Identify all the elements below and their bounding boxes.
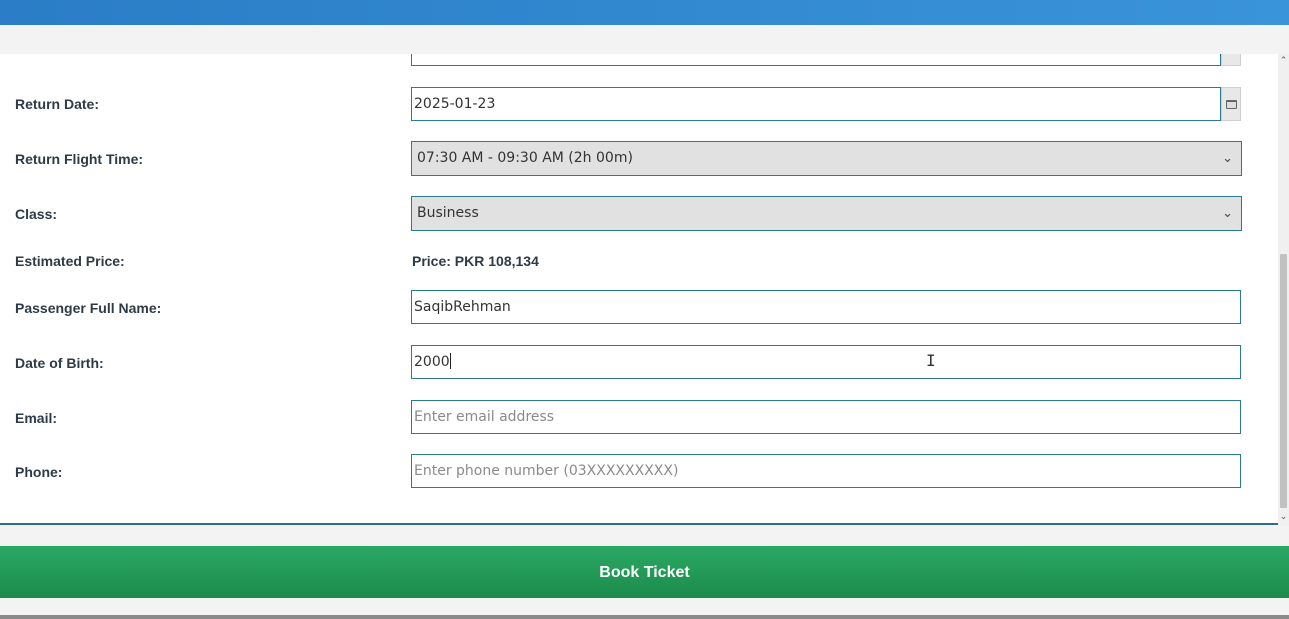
dob-input[interactable]: 2000: [411, 345, 1241, 379]
return-flight-time-select[interactable]: 07:30 AM - 09:30 AM (2h 00m) ⌄: [411, 141, 1242, 176]
class-value: Business: [417, 205, 479, 221]
form-scrollbar[interactable]: ⌃ ⌄: [1278, 54, 1289, 525]
scroll-down-arrow-icon[interactable]: ⌄: [1279, 512, 1288, 521]
dob-label: Date of Birth:: [15, 355, 104, 371]
return-flight-time-label: Return Flight Time:: [15, 151, 144, 167]
return-flight-time-value: 07:30 AM - 09:30 AM (2h 00m): [417, 150, 633, 166]
departure-date-calendar-button[interactable]: [1221, 54, 1241, 66]
top-header-bar: [0, 0, 1289, 25]
departure-date-field[interactable]: [411, 54, 1221, 66]
email-input[interactable]: Enter email address: [411, 400, 1241, 434]
bottom-divider: [0, 615, 1289, 619]
class-select[interactable]: Business ⌄: [411, 196, 1242, 231]
return-date-label: Return Date:: [15, 96, 100, 112]
chevron-down-icon: ⌄: [1222, 206, 1233, 221]
text-caret: [449, 353, 451, 369]
scroll-up-arrow-icon[interactable]: ⌃: [1279, 56, 1288, 65]
class-label: Class:: [15, 206, 58, 222]
email-label: Email:: [15, 410, 58, 426]
dob-value: 2000: [414, 354, 450, 370]
estimated-price-value: Price: PKR 108,134: [412, 253, 539, 269]
return-date-field[interactable]: 2025-01-23: [411, 87, 1221, 121]
passenger-name-label: Passenger Full Name:: [15, 300, 162, 316]
return-date-calendar-button[interactable]: [1221, 87, 1241, 121]
scroll-thumb[interactable]: [1280, 254, 1287, 508]
estimated-price-label: Estimated Price:: [15, 253, 125, 269]
ibeam-cursor-icon: I: [926, 351, 936, 370]
phone-input[interactable]: Enter phone number (03XXXXXXXXX): [411, 454, 1241, 488]
phone-label: Phone:: [15, 464, 63, 480]
book-ticket-button[interactable]: Book Ticket: [0, 546, 1289, 598]
passenger-name-input[interactable]: SaqibRehman: [411, 290, 1241, 324]
calendar-icon: [1225, 99, 1237, 109]
booking-form-panel: Return Date: 2025-01-23 Return Flight Ti…: [0, 54, 1280, 525]
chevron-down-icon: ⌄: [1222, 151, 1233, 166]
